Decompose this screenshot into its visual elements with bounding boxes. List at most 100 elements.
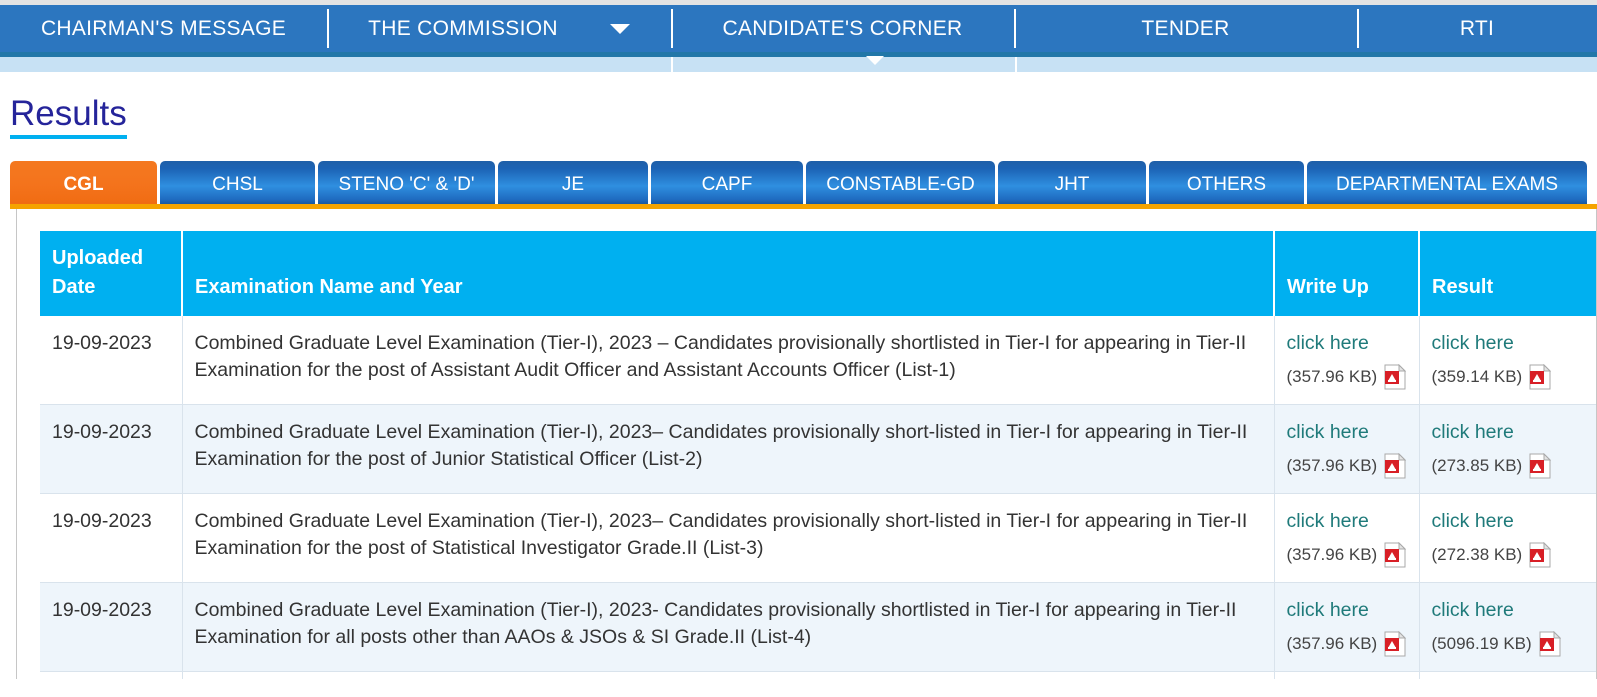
tab-label: DEPARTMENTAL EXAMS — [1335, 174, 1559, 195]
nav-item-label: RTI — [1459, 16, 1495, 40]
tab-constable-gd[interactable]: CONSTABLE-GD — [806, 161, 995, 209]
result-link[interactable]: click here — [1432, 419, 1586, 446]
nav-item-label: TENDER — [1141, 16, 1230, 40]
pdf-file-icon — [1384, 452, 1407, 478]
cell-examination-name — [182, 671, 1275, 679]
result-file-size: (5096.19 KB) — [1431, 634, 1532, 653]
result-link[interactable]: click here — [1432, 330, 1586, 357]
result-file-size: (359.14 KB) — [1431, 367, 1523, 386]
nav-item-chairmans-message[interactable]: CHAIRMAN'S MESSAGE — [0, 5, 327, 52]
tab-label: CAPF — [701, 174, 753, 195]
column-header-result: Result — [1419, 231, 1596, 316]
table-row: 19-09-2023 Combined Graduate Level Exami… — [40, 316, 1596, 405]
result-size-row: (272.38 KB) — [1432, 541, 1586, 568]
write-up-file-size: (357.96 KB) — [1286, 545, 1378, 564]
write-up-file-size: (357.96 KB) — [1286, 367, 1378, 386]
pdf-file-icon — [1539, 630, 1561, 656]
nav-item-label: CANDIDATE'S CORNER — [722, 16, 963, 40]
result-size-row: (359.14 KB) — [1432, 363, 1586, 390]
pdf-file-icon — [1529, 363, 1552, 389]
tab-label: OTHERS — [1186, 174, 1267, 195]
tab-capf[interactable]: CAPF — [651, 161, 803, 209]
pdf-file-icon — [1384, 363, 1407, 389]
table-row: 19-09-2023 Combined Graduate Level Exami… — [40, 582, 1596, 672]
cell-write-up: click here (357.96 KB) — [1274, 582, 1420, 672]
tab-steno-c-d[interactable]: STENO 'C' & 'D' — [318, 161, 495, 209]
cell-uploaded-date: 19-09-2023 — [40, 493, 183, 583]
pdf-file-icon — [1384, 630, 1407, 656]
cell-result: click here (273.85 KB) — [1419, 404, 1596, 494]
result-link[interactable]: click here — [1432, 597, 1586, 624]
subbar-divider — [1015, 57, 1017, 72]
nav-sub-strip — [0, 56, 1597, 72]
tab-chsl[interactable]: CHSL — [160, 161, 315, 209]
write-up-size-row: (357.96 KB) — [1287, 630, 1407, 657]
pdf-file-icon — [1529, 541, 1552, 567]
results-table: Uploaded Date Examination Name and Year … — [40, 231, 1596, 679]
table-header-row: Uploaded Date Examination Name and Year … — [40, 231, 1596, 316]
nav-item-the-commission[interactable]: THE COMMISSION — [327, 5, 671, 52]
nav-item-rti[interactable]: RTI — [1357, 5, 1597, 52]
tab-jht[interactable]: JHT — [998, 161, 1146, 209]
chevron-down-icon — [609, 23, 630, 34]
write-up-link[interactable]: click here — [1287, 508, 1407, 535]
table-row-partial — [40, 671, 1596, 679]
subbar-divider — [671, 57, 673, 72]
table-row: 19-09-2023 Combined Graduate Level Exami… — [40, 493, 1596, 583]
table-row: 19-09-2023 Combined Graduate Level Exami… — [40, 404, 1596, 494]
cell-examination-name: Combined Graduate Level Examination (Tie… — [182, 493, 1275, 583]
results-content-panel: Uploaded Date Examination Name and Year … — [16, 209, 1597, 679]
page-title[interactable]: Results — [10, 94, 127, 139]
cell-uploaded-date: 19-09-2023 — [40, 582, 183, 672]
tab-cgl[interactable]: CGL — [10, 161, 157, 209]
cell-result: click here (5096.19 KB) — [1419, 582, 1596, 672]
cell-uploaded-date — [40, 671, 183, 679]
write-up-link[interactable]: click here — [1287, 330, 1407, 357]
page-title-container: Results — [0, 72, 1597, 139]
tab-label: CONSTABLE-GD — [826, 174, 975, 195]
main-navigation-bar: CHAIRMAN'S MESSAGE THE COMMISSION CANDID… — [0, 5, 1597, 52]
cell-write-up: click here (357.96 KB) — [1274, 493, 1420, 583]
cell-result: click here (359.14 KB) — [1419, 316, 1596, 405]
write-up-file-size: (357.96 KB) — [1286, 634, 1378, 653]
active-nav-pointer-icon — [866, 56, 884, 65]
write-up-link[interactable]: click here — [1287, 597, 1407, 624]
write-up-link[interactable]: click here — [1287, 419, 1407, 446]
nav-item-tender[interactable]: TENDER — [1014, 5, 1357, 52]
cell-result: click here (272.38 KB) — [1419, 493, 1596, 583]
cell-result — [1419, 671, 1596, 679]
tab-label: CHSL — [212, 174, 263, 195]
result-size-row: (273.85 KB) — [1432, 452, 1586, 479]
cell-uploaded-date: 19-09-2023 — [40, 316, 183, 405]
column-header-uploaded-date: Uploaded Date — [40, 231, 183, 316]
cell-uploaded-date: 19-09-2023 — [40, 404, 183, 494]
nav-item-label: THE COMMISSION — [368, 16, 558, 40]
tab-label: STENO 'C' & 'D' — [338, 174, 475, 195]
result-size-row: (5096.19 KB) — [1432, 630, 1586, 657]
result-link[interactable]: click here — [1432, 508, 1586, 535]
nav-item-candidates-corner[interactable]: CANDIDATE'S CORNER — [671, 5, 1014, 52]
cell-write-up: click here (357.96 KB) — [1274, 316, 1420, 405]
pdf-file-icon — [1384, 541, 1407, 567]
write-up-size-row: (357.96 KB) — [1287, 541, 1407, 568]
cell-examination-name: Combined Graduate Level Examination (Tie… — [182, 316, 1275, 405]
column-header-write-up: Write Up — [1274, 231, 1420, 316]
cell-examination-name: Combined Graduate Level Examination (Tie… — [182, 404, 1275, 494]
tab-je[interactable]: JE — [498, 161, 648, 209]
tab-others[interactable]: OTHERS — [1149, 161, 1304, 209]
write-up-size-row: (357.96 KB) — [1287, 363, 1407, 390]
result-file-size: (272.38 KB) — [1431, 545, 1523, 564]
nav-item-label: CHAIRMAN'S MESSAGE — [40, 16, 287, 40]
results-tab-bar: CGL CHSL STENO 'C' & 'D' JE CAPF CONSTAB… — [0, 161, 1597, 209]
tab-bar-underline — [10, 204, 1597, 209]
tab-label: CGL — [63, 174, 104, 195]
write-up-file-size: (357.96 KB) — [1286, 456, 1378, 475]
write-up-size-row: (357.96 KB) — [1287, 452, 1407, 479]
column-header-examination-name: Examination Name and Year — [182, 231, 1275, 316]
result-file-size: (273.85 KB) — [1431, 456, 1523, 475]
cell-examination-name: Combined Graduate Level Examination (Tie… — [182, 582, 1275, 672]
results-table-body: 19-09-2023 Combined Graduate Level Exami… — [40, 316, 1596, 679]
pdf-file-icon — [1529, 452, 1552, 478]
tab-departmental-exams[interactable]: DEPARTMENTAL EXAMS — [1307, 161, 1587, 209]
cell-write-up: click here (357.96 KB) — [1274, 404, 1420, 494]
